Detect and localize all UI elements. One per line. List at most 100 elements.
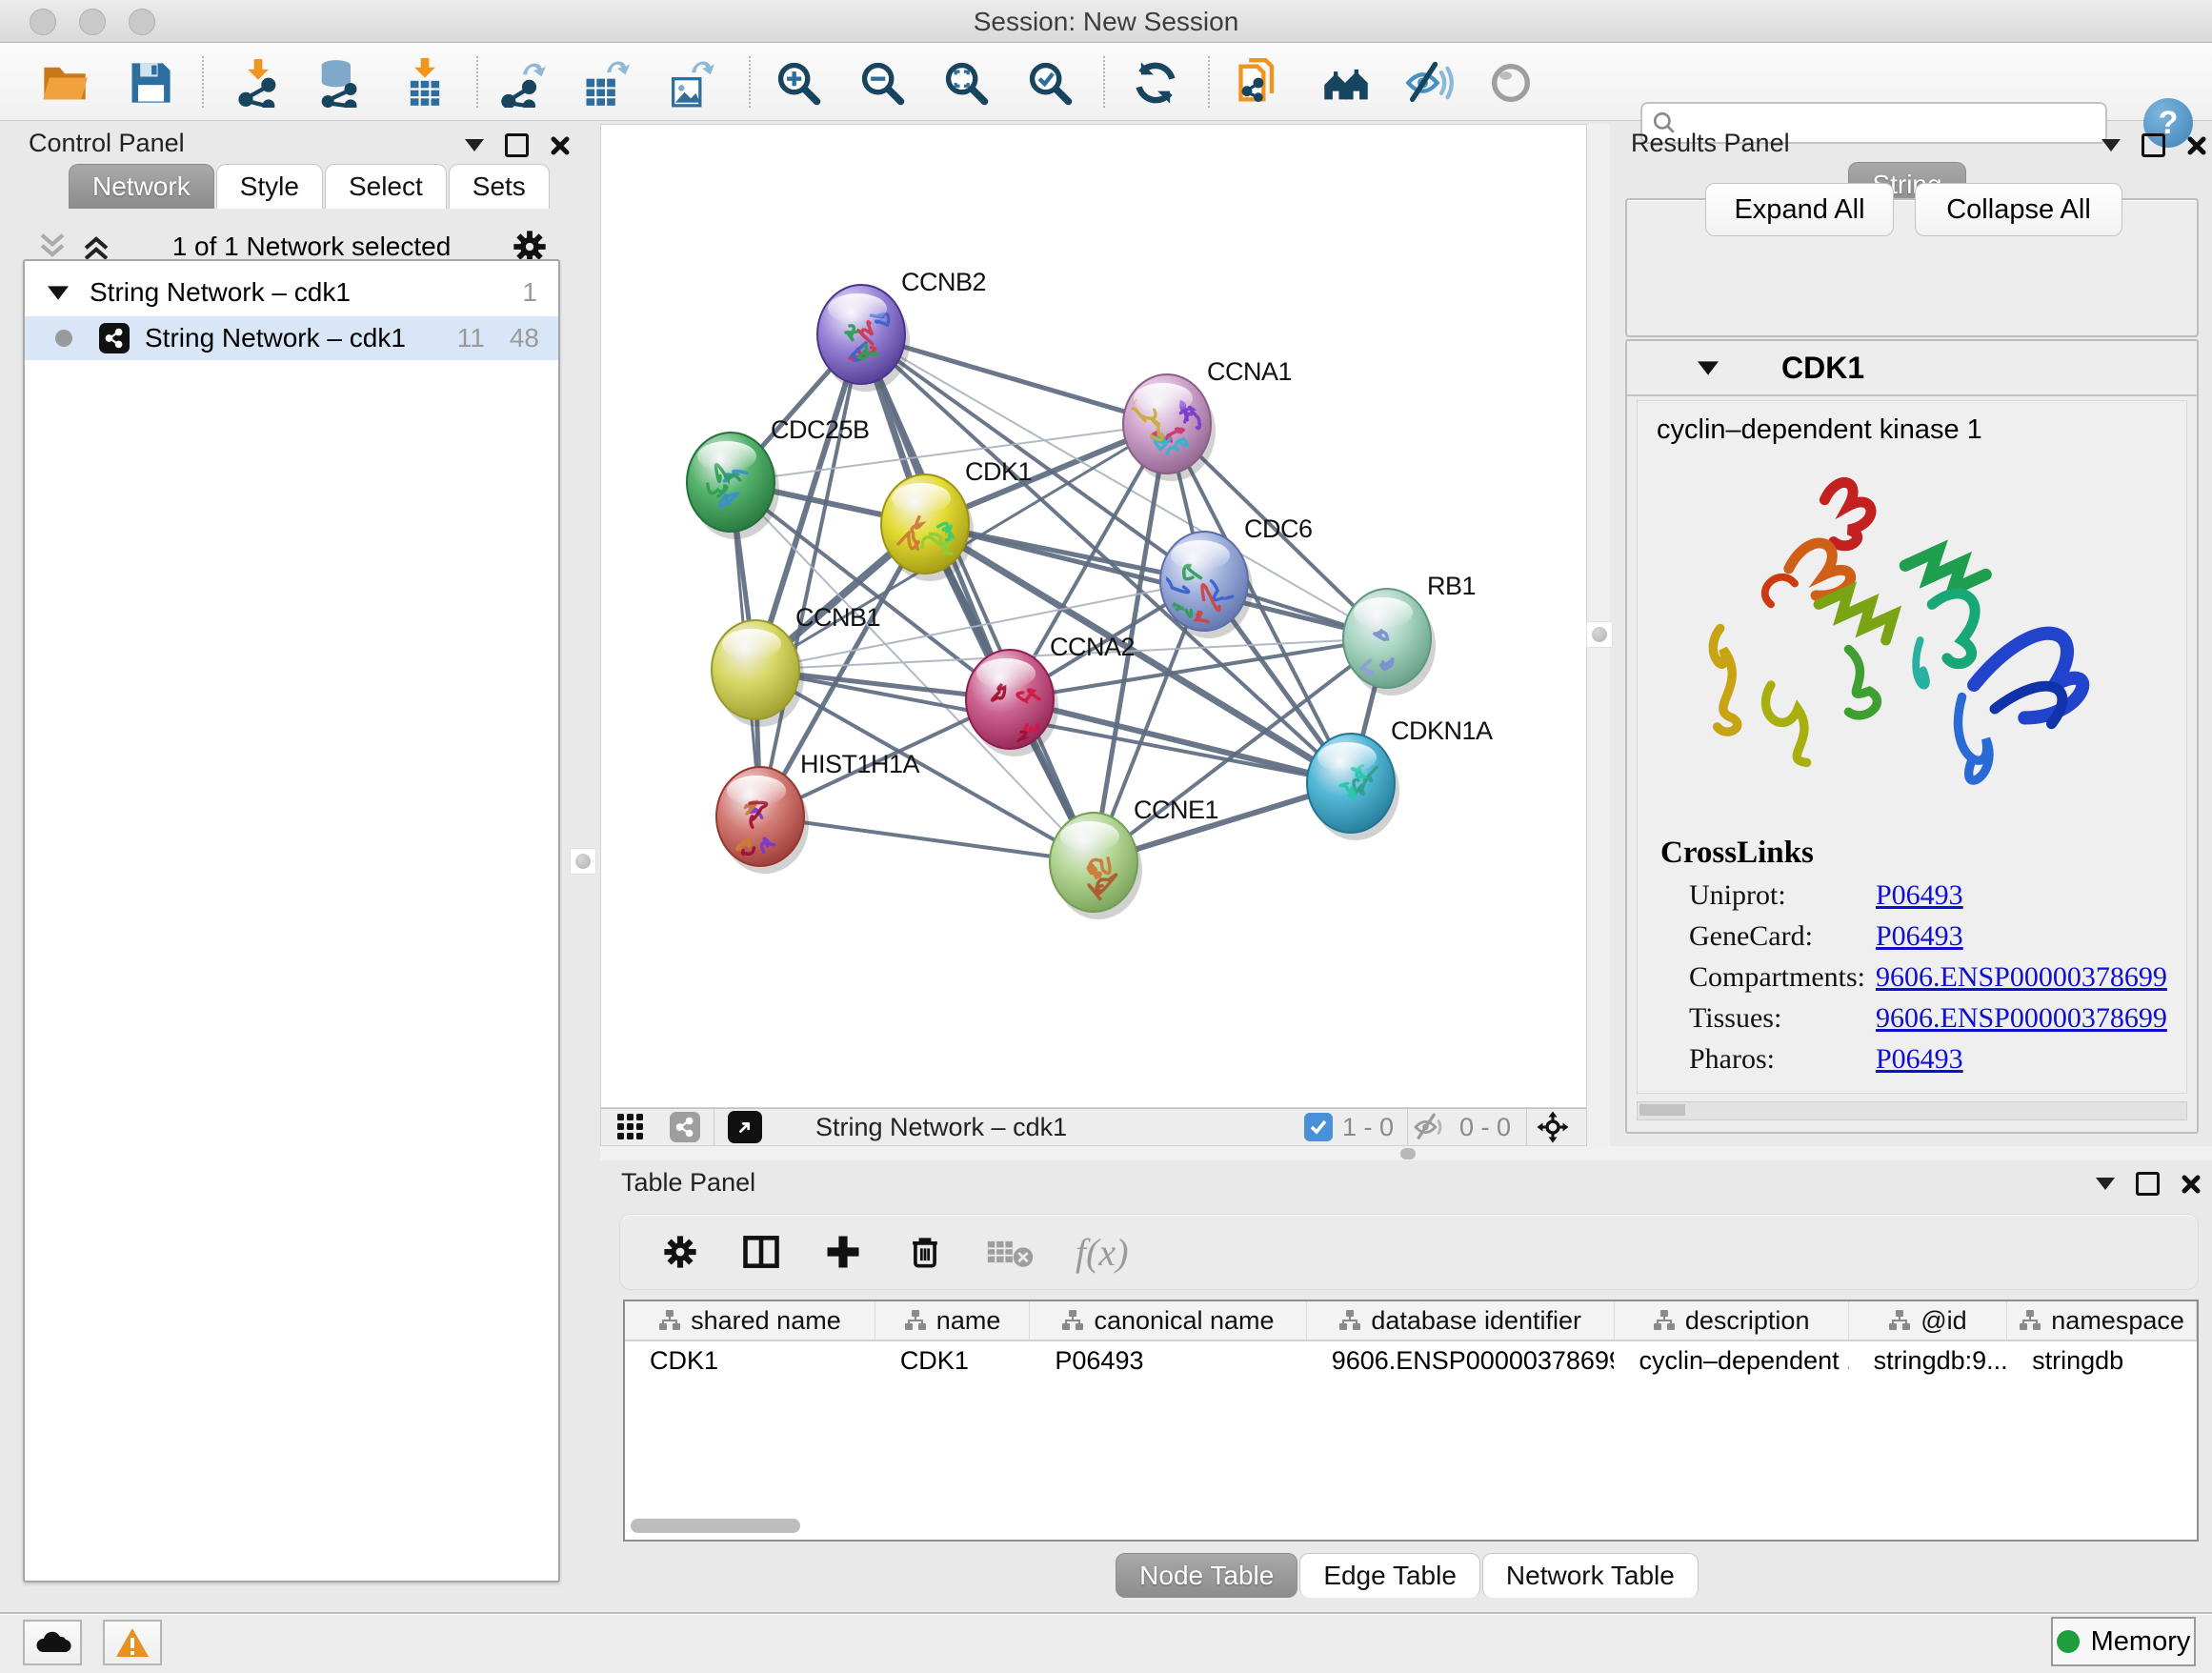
close-panel-icon[interactable] [2181, 1174, 2202, 1195]
edge-CCNB2-CCNE1[interactable] [861, 334, 1094, 862]
float-panel-icon[interactable] [2096, 1178, 2115, 1190]
tab-network-table[interactable]: Network Table [1482, 1553, 1699, 1598]
table-tabs: Node TableEdge TableNetwork Table [610, 1553, 2206, 1598]
gene-section-header[interactable]: CDK1 [1627, 341, 2197, 396]
tab-style[interactable]: Style [216, 164, 323, 209]
zoom-fit-icon[interactable] [939, 56, 993, 110]
float-panel-icon[interactable] [465, 139, 484, 151]
open-session-icon[interactable] [38, 56, 91, 110]
node-CDC6[interactable]: CDC6 [1153, 514, 1312, 638]
network-canvas[interactable]: CCNB2CCNA1CDC25BCDK1CDC6RB1CCNB1CCNA2CDK… [600, 124, 1587, 1108]
protein-structure-image [1681, 459, 2129, 821]
crosslink-link[interactable]: 9606.ENSP00000378699 [1876, 1002, 2167, 1035]
column-header-namespace[interactable]: namespace [2007, 1301, 2197, 1340]
results-scrollbar[interactable] [1637, 1101, 2187, 1120]
table-cell: stringdb [2007, 1346, 2197, 1376]
control-panel: Control Panel NetworkStyleSelectSets 1 o… [10, 124, 568, 1582]
maximize-panel-icon[interactable] [2142, 133, 2165, 157]
tab-edge-table[interactable]: Edge Table [1299, 1553, 1480, 1598]
table-header-row: shared namenamecanonical namedatabase id… [625, 1301, 2197, 1341]
tab-select[interactable]: Select [325, 164, 447, 209]
network-collection-row[interactable]: String Network – cdk1 1 [25, 271, 558, 314]
tab-node-table[interactable]: Node Table [1116, 1553, 1297, 1598]
gene-details: cyclin–dependent kinase 1 [1637, 400, 2187, 1094]
show-all-icon[interactable] [1484, 56, 1538, 110]
network-row-selected[interactable]: String Network – cdk1 11 48 [25, 316, 558, 360]
network-share-icon[interactable] [670, 1112, 700, 1142]
node-CCNE1[interactable]: CCNE1 [1050, 796, 1218, 919]
import-network-file-icon[interactable] [231, 56, 285, 110]
maximize-panel-icon[interactable] [2136, 1172, 2160, 1196]
table-horizontal-scrollbar[interactable] [631, 1519, 800, 1533]
zoom-out-icon[interactable] [855, 56, 909, 110]
gene-name: CDK1 [1781, 351, 1864, 386]
expand-all-chevron-icon[interactable] [80, 232, 112, 261]
expand-all-button[interactable]: Expand All [1705, 183, 1894, 236]
column-header-shared-name[interactable]: shared name [625, 1301, 875, 1340]
refresh-icon[interactable] [1129, 56, 1182, 110]
horizontal-splitter-dot[interactable] [1400, 1148, 1416, 1159]
import-network-database-icon[interactable] [312, 56, 365, 110]
column-header-canonical-name[interactable]: canonical name [1030, 1301, 1306, 1340]
add-column-icon[interactable] [822, 1231, 864, 1273]
birds-eye-view-icon[interactable] [728, 1111, 762, 1143]
grid-view-icon[interactable] [616, 1113, 651, 1141]
fit-crosshair-icon[interactable] [1533, 1110, 1573, 1144]
cloud-button[interactable] [23, 1620, 82, 1665]
crosslink-link[interactable]: P06493 [1876, 1043, 1963, 1076]
results-panel-title: Results Panel [1631, 129, 1790, 158]
edge-CCNB2-HIST1H1A[interactable] [760, 334, 861, 816]
show-columns-icon[interactable] [740, 1231, 782, 1273]
zoom-selected-icon[interactable] [1023, 56, 1076, 110]
warning-button[interactable] [103, 1620, 162, 1665]
hide-selected-icon[interactable] [1402, 56, 1456, 110]
maximize-panel-icon[interactable] [505, 133, 529, 157]
tab-sets[interactable]: Sets [449, 164, 550, 209]
crosslink-link[interactable]: 9606.ENSP00000378699 [1876, 961, 2167, 994]
right-splitter-handle[interactable] [1586, 621, 1613, 648]
close-panel-icon[interactable] [2186, 135, 2207, 156]
column-header-description[interactable]: description [1615, 1301, 1849, 1340]
float-panel-icon[interactable] [2101, 139, 2121, 151]
section-collapse-icon[interactable] [1698, 361, 1719, 375]
import-table-icon[interactable] [398, 56, 452, 110]
export-table-icon[interactable] [578, 56, 632, 110]
node-RB1[interactable]: RB1 [1343, 572, 1476, 695]
home-icon[interactable] [1319, 56, 1373, 110]
tab-network[interactable]: Network [69, 164, 214, 209]
node-HIST1H1A[interactable]: HIST1H1A [716, 750, 920, 874]
edge-CCNE1-HIST1H1A[interactable] [760, 816, 1094, 862]
tree-expand-icon[interactable] [48, 286, 69, 300]
table-toolbar: f(x) [619, 1214, 2199, 1290]
memory-button[interactable]: Memory [2051, 1617, 2196, 1666]
network-graph[interactable]: CCNB2CCNA1CDC25BCDK1CDC6RB1CCNB1CCNA2CDK… [601, 125, 1586, 1107]
node-CDKN1A[interactable]: CDKN1A [1307, 716, 1493, 840]
column-header--id[interactable]: @id [1849, 1301, 2007, 1340]
table-settings-gear-icon[interactable] [660, 1232, 700, 1272]
selected-checkbox-icon[interactable] [1304, 1113, 1333, 1141]
zoom-in-icon[interactable] [772, 56, 825, 110]
network-tree: String Network – cdk1 1 String Network –… [23, 259, 560, 1582]
export-network-icon[interactable] [496, 56, 550, 110]
window-title: Session: New Session [0, 7, 2212, 37]
left-splitter-handle[interactable] [570, 848, 596, 875]
table-cell: cyclin–dependent ... [1614, 1346, 1848, 1376]
node-label-CCNB2: CCNB2 [901, 268, 986, 296]
column-header-name[interactable]: name [875, 1301, 1030, 1340]
column-header-database-identifier[interactable]: database identifier [1307, 1301, 1615, 1340]
export-image-icon[interactable] [663, 56, 716, 110]
edge-CDK1-RB1[interactable] [925, 524, 1387, 638]
node-label-CDKN1A: CDKN1A [1391, 716, 1493, 745]
crosslink-link[interactable]: P06493 [1876, 879, 1963, 912]
crosslink-link[interactable]: P06493 [1876, 920, 1963, 953]
collapse-all-button[interactable]: Collapse All [1915, 183, 2122, 236]
node-table[interactable]: shared namenamecanonical namedatabase id… [623, 1300, 2199, 1542]
close-panel-icon[interactable] [550, 135, 571, 156]
node-label-CDC6: CDC6 [1244, 514, 1313, 543]
collapse-all-chevron-icon[interactable] [36, 232, 69, 261]
table-row[interactable]: CDK1CDK1P064939606.ENSP00000378699cyclin… [625, 1341, 2197, 1380]
crosslink-row: Uniprot:P06493 [1689, 879, 2186, 912]
save-session-icon[interactable] [124, 56, 177, 110]
share-document-icon[interactable] [1233, 56, 1286, 110]
delete-column-trash-icon[interactable] [904, 1231, 946, 1273]
